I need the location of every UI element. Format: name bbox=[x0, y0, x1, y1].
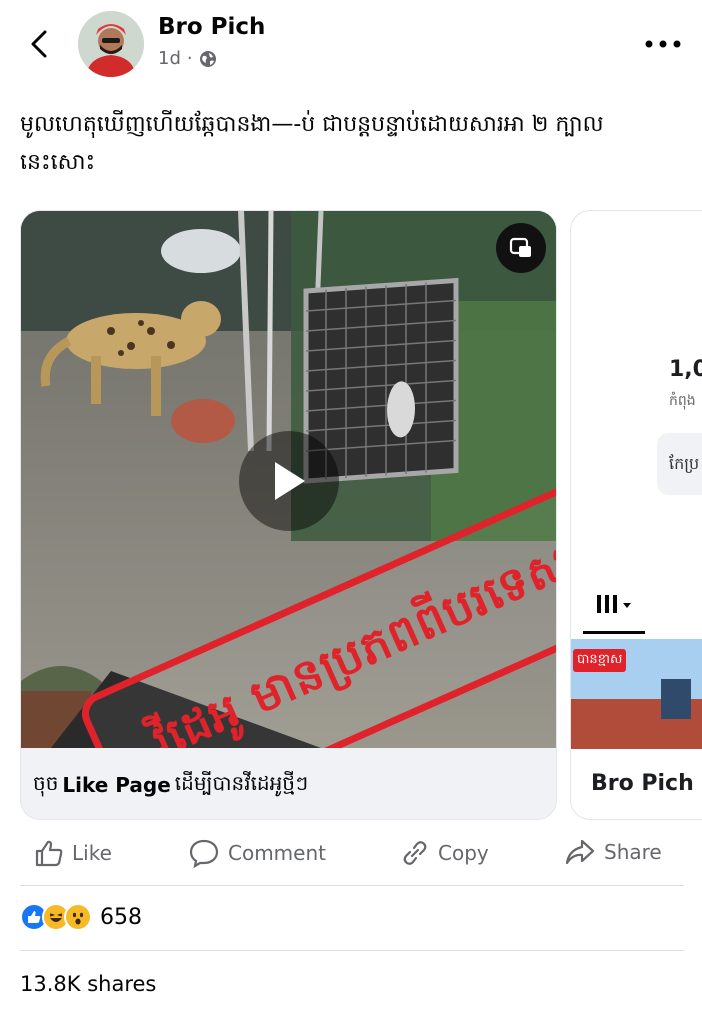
link-icon bbox=[403, 841, 427, 865]
chevron-left-icon bbox=[31, 30, 47, 58]
post-meta: 1d · bbox=[158, 48, 217, 69]
grid-view-icon[interactable] bbox=[595, 593, 635, 620]
back-button[interactable] bbox=[22, 24, 56, 64]
picture-in-picture-button[interactable] bbox=[496, 223, 546, 273]
post-caption: មូលហេតុឃើញហើយឆ្កែបានងា—-ប់ ជាបន្តបន្ទាប់… bbox=[20, 112, 604, 175]
play-button[interactable] bbox=[239, 431, 339, 531]
comment-icon bbox=[189, 839, 219, 868]
divider bbox=[20, 885, 684, 886]
next-card-number: 1,0 bbox=[669, 357, 702, 382]
video-thumbnail[interactable]: វីដេអូ មានប្រភពពីបរទេស bbox=[21, 211, 556, 748]
meta-separator: · bbox=[186, 48, 193, 69]
globe-icon bbox=[199, 50, 216, 67]
tab-underline bbox=[583, 631, 645, 634]
copy-button[interactable]: Copy bbox=[400, 838, 489, 868]
like-label: Like bbox=[72, 841, 112, 865]
more-options-button[interactable] bbox=[640, 30, 686, 58]
footer-prefix: ចុច bbox=[33, 770, 59, 795]
shares-count[interactable]: 13.8K shares bbox=[20, 972, 156, 996]
wow-reaction-icon bbox=[64, 903, 92, 931]
share-label: Share bbox=[604, 840, 662, 864]
picture-in-picture-icon bbox=[509, 237, 531, 257]
next-card[interactable]: 1,0 កំពុង កែប្រ បានខ្មាស Bro Pich bbox=[570, 210, 702, 820]
action-bar: Like Comment Copy Share bbox=[0, 830, 702, 880]
reactions-summary[interactable]: 658 bbox=[20, 903, 142, 931]
copy-label: Copy bbox=[438, 841, 489, 865]
like-page-link[interactable]: Like Page bbox=[62, 773, 170, 797]
footer-suffix: ដើម្បីបានវីដេអូថ្មីៗ bbox=[174, 770, 309, 795]
thumbs-up-icon bbox=[35, 840, 63, 867]
avatar[interactable] bbox=[78, 11, 144, 77]
reaction-count: 658 bbox=[100, 904, 142, 930]
more-horizontal-icon bbox=[645, 40, 681, 48]
next-card-page-name[interactable]: Bro Pich bbox=[591, 771, 694, 796]
post-time[interactable]: 1d bbox=[158, 48, 181, 69]
post-header: Bro Pich 1d · bbox=[0, 0, 702, 88]
like-button[interactable]: Like bbox=[34, 838, 112, 868]
play-icon bbox=[275, 462, 305, 500]
thumbnail-badge: បានខ្មាស bbox=[573, 649, 627, 672]
divider bbox=[20, 950, 684, 951]
comment-button[interactable]: Comment bbox=[188, 838, 326, 868]
share-button[interactable]: Share bbox=[564, 838, 662, 866]
comment-label: Comment bbox=[228, 841, 326, 865]
next-card-subtext: កំពុង bbox=[669, 393, 696, 409]
video-card-footer[interactable]: ចុច Like Page ដើម្បីបានវីដេអូថ្មីៗ bbox=[21, 748, 556, 819]
share-icon bbox=[565, 839, 595, 865]
video-card[interactable]: វីដេអូ មានប្រភពពីបរទេស ចុច Like Page ដើម… bbox=[20, 210, 557, 820]
next-card-thumbnail[interactable]: បានខ្មាស bbox=[571, 639, 702, 749]
author-name[interactable]: Bro Pich bbox=[158, 14, 265, 40]
next-card-button[interactable]: កែប្រ bbox=[657, 433, 702, 495]
